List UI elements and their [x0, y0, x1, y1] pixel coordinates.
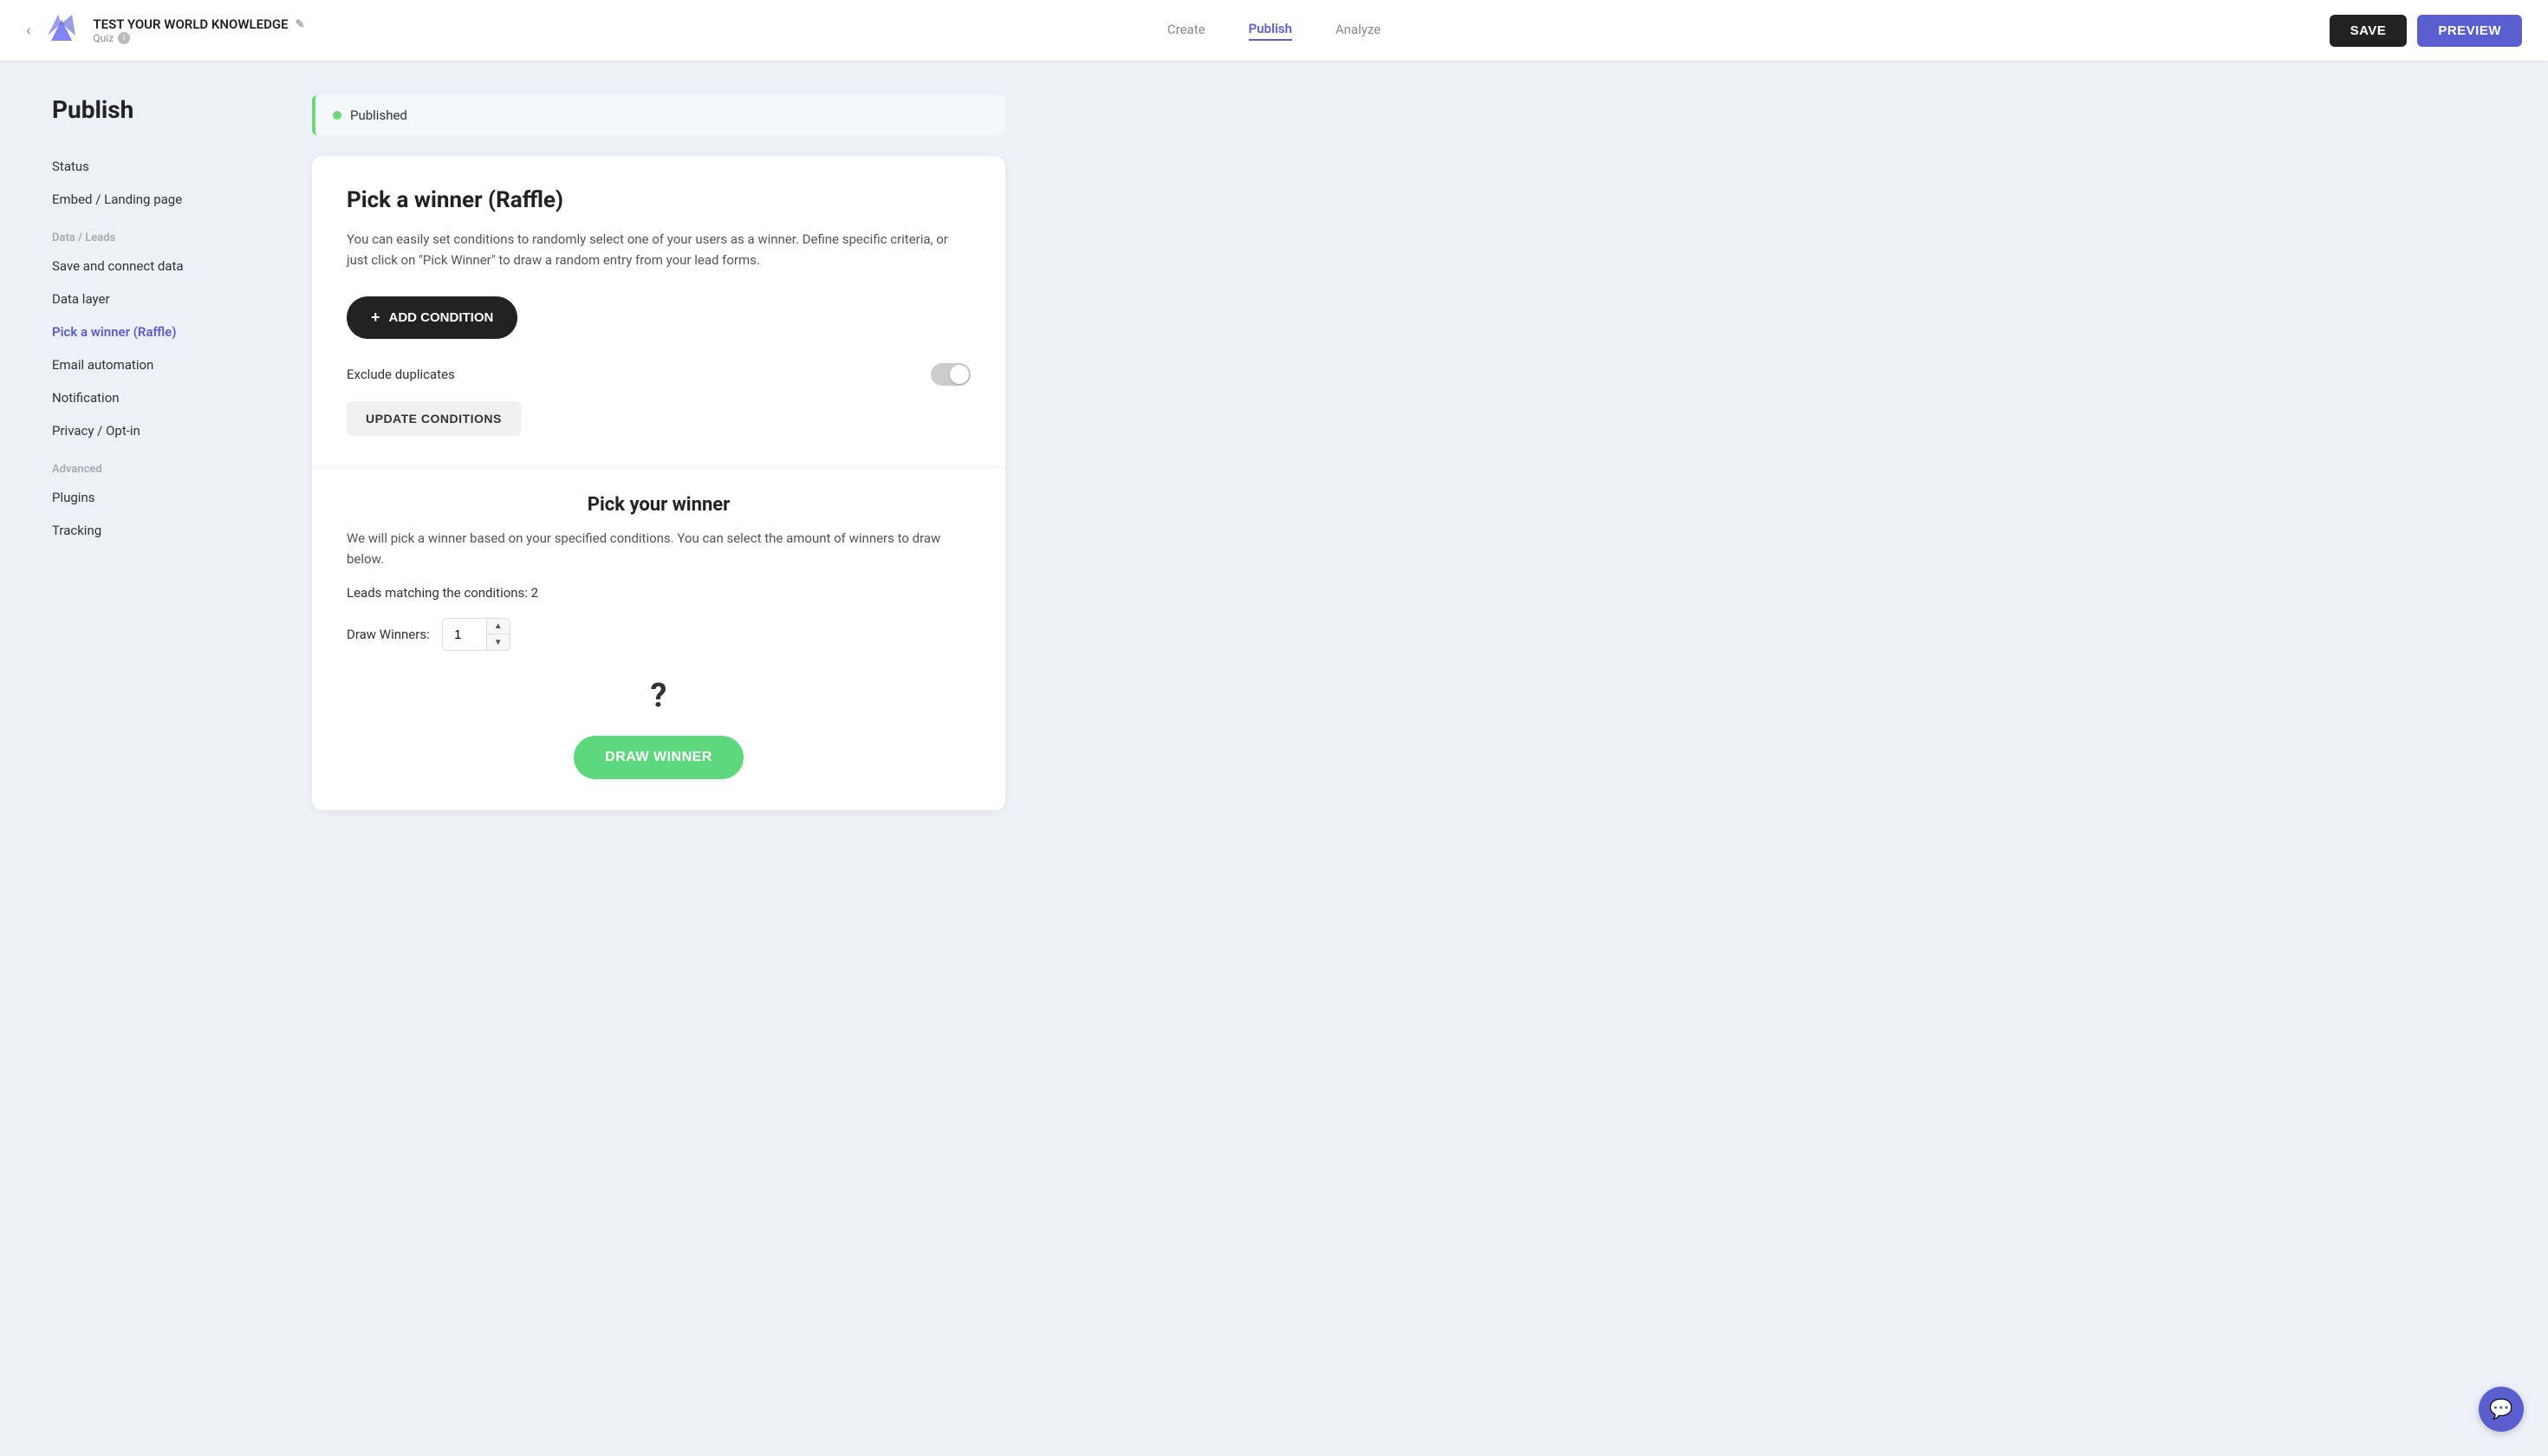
- stepper-down-button[interactable]: ▼: [487, 634, 510, 650]
- sidebar-item-embed[interactable]: Embed / Landing page: [52, 183, 277, 216]
- topnav: ‹ TEST YOUR WORLD KNOWLEDGE ✎ Quiz i Cre…: [0, 0, 2548, 61]
- draw-winner-button[interactable]: DRAW WINNER: [574, 736, 744, 779]
- nav-analyze[interactable]: Analyze: [1336, 22, 1381, 40]
- status-text: Published: [350, 107, 407, 123]
- draw-winners-label: Draw Winners:: [347, 627, 430, 642]
- sidebar-item-email-automation[interactable]: Email automation: [52, 348, 277, 381]
- stepper-up-button[interactable]: ▲: [487, 619, 510, 634]
- question-mark-area: ?: [347, 677, 971, 715]
- nav-create[interactable]: Create: [1167, 22, 1206, 40]
- sidebar: Publish Status Embed / Landing page Data…: [52, 95, 277, 1421]
- draw-winners-input-wrap: 1 ▲ ▼: [442, 618, 510, 651]
- chat-icon: 💬: [2489, 1399, 2512, 1420]
- question-mark-icon: ?: [651, 677, 667, 715]
- topnav-center: Create Publish Analyze: [1167, 21, 1381, 41]
- sidebar-item-pick-winner[interactable]: Pick a winner (Raffle): [52, 315, 277, 348]
- sidebar-title: Publish: [52, 95, 277, 124]
- card-title: Pick a winner (Raffle): [347, 187, 971, 213]
- app-title-area: TEST YOUR WORLD KNOWLEDGE ✎ Quiz i: [93, 16, 304, 44]
- card-description: You can easily set conditions to randoml…: [347, 229, 971, 270]
- pick-winner-title: Pick your winner: [347, 494, 971, 516]
- sidebar-section-data-leads: Data / Leads: [52, 216, 277, 250]
- preview-button[interactable]: PREVIEW: [2417, 15, 2522, 47]
- add-condition-label: ADD CONDITION: [389, 310, 494, 325]
- status-dot-icon: [333, 111, 341, 120]
- pick-winner-description: We will pick a winner based on your spec…: [347, 528, 971, 569]
- back-arrow-icon[interactable]: ‹: [26, 22, 30, 40]
- sidebar-item-notification[interactable]: Notification: [52, 381, 277, 414]
- sidebar-section-advanced: Advanced: [52, 447, 277, 481]
- section-divider: [312, 467, 1005, 468]
- sidebar-item-plugins[interactable]: Plugins: [52, 481, 277, 514]
- number-stepper: ▲ ▼: [486, 619, 510, 650]
- draw-winner-area: DRAW WINNER: [347, 736, 971, 779]
- plus-icon: +: [371, 309, 380, 327]
- exclude-duplicates-label: Exclude duplicates: [347, 367, 455, 382]
- exclude-duplicates-toggle[interactable]: [931, 363, 971, 386]
- main-layout: Publish Status Embed / Landing page Data…: [0, 61, 2548, 1456]
- sidebar-item-tracking[interactable]: Tracking: [52, 514, 277, 547]
- content-area: Published Pick a winner (Raffle) You can…: [312, 95, 1005, 1421]
- sidebar-item-data-layer[interactable]: Data layer: [52, 283, 277, 315]
- toggle-knob: [950, 365, 969, 384]
- leads-count-row: Leads matching the conditions: 2: [347, 585, 971, 601]
- raffle-card: Pick a winner (Raffle) You can easily se…: [312, 156, 1005, 810]
- chat-bubble-button[interactable]: 💬: [2479, 1387, 2524, 1432]
- exclude-duplicates-row: Exclude duplicates: [347, 363, 971, 386]
- sidebar-item-save-connect[interactable]: Save and connect data: [52, 250, 277, 283]
- update-conditions-button[interactable]: UPDATE CONDITIONS: [347, 401, 521, 436]
- edit-icon[interactable]: ✎: [296, 18, 305, 31]
- topnav-right: SAVE PREVIEW: [2330, 15, 2522, 47]
- add-condition-button[interactable]: + ADD CONDITION: [347, 296, 517, 339]
- draw-winners-input[interactable]: 1: [443, 621, 486, 649]
- app-subtitle: Quiz i: [93, 32, 304, 44]
- info-icon[interactable]: i: [118, 32, 130, 44]
- sidebar-item-privacy-optin[interactable]: Privacy / Opt-in: [52, 414, 277, 447]
- draw-winners-row: Draw Winners: 1 ▲ ▼: [347, 618, 971, 651]
- nav-publish[interactable]: Publish: [1249, 21, 1292, 41]
- logo-icon: [42, 11, 81, 49]
- sidebar-item-status[interactable]: Status: [52, 150, 277, 183]
- status-bar: Published: [312, 95, 1005, 135]
- app-title: TEST YOUR WORLD KNOWLEDGE ✎: [93, 16, 304, 32]
- save-button[interactable]: SAVE: [2330, 15, 2408, 47]
